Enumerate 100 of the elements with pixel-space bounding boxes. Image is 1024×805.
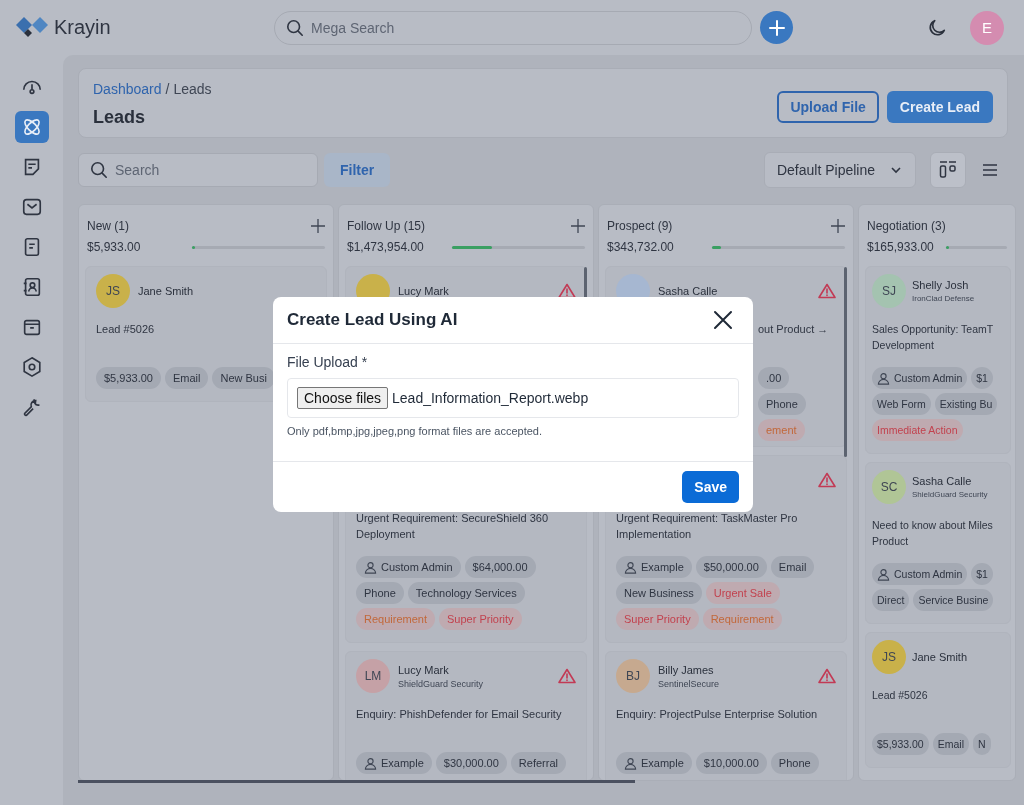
- lead-tag: Direct: [872, 589, 910, 611]
- file-name: Lead_Information_Report.webp: [392, 390, 589, 406]
- search-field[interactable]: Search: [78, 153, 318, 187]
- person-icon: [877, 567, 890, 581]
- lead-title: Enquiry: PhishDefender for Email Security: [356, 707, 563, 722]
- lead-tag: $30,000.00: [435, 752, 507, 774]
- mail-icon: [20, 196, 43, 218]
- kanban-view-button[interactable]: [930, 152, 966, 188]
- lead-tag: Email: [932, 733, 969, 755]
- plus-icon[interactable]: [831, 219, 845, 233]
- mega-search-field[interactable]: Mega Search: [274, 10, 752, 45]
- create-lead-button[interactable]: Create Lead: [886, 91, 993, 123]
- file-upload-field[interactable]: Choose files Lead_Information_Report.webp: [287, 378, 739, 418]
- plus-icon[interactable]: [311, 219, 325, 233]
- lead-name: Jane Smith: [912, 651, 969, 663]
- avatar: SJ: [872, 274, 906, 308]
- lead-name: Lucy Mark: [398, 663, 450, 676]
- lead-tag: .00: [758, 367, 790, 389]
- lead-tag: Example: [616, 556, 692, 578]
- quick-create-button[interactable]: [760, 11, 793, 44]
- lead-card[interactable]: SJ Shelly Josh IronClad Defense Sales Opportunity: TeamT Development Custom Admin $1 Web Form Existing Bu Immediate Action: [865, 266, 1011, 454]
- menu-icon: [981, 161, 999, 179]
- lead-tag: $64,000.00: [464, 556, 536, 578]
- logo-icon: [16, 16, 48, 39]
- lead-tag: Custom Admin: [872, 563, 968, 585]
- lead-tag: Phone: [356, 582, 404, 604]
- lead-title: Urgent Requirement: SecureShield 360 Deployment: [356, 511, 549, 542]
- avatar: SC: [872, 470, 906, 504]
- lead-title: Need to know about Miles Product: [872, 518, 994, 549]
- lead-tag: Requirement: [702, 608, 782, 630]
- lead-tag: Email: [164, 367, 209, 389]
- lead-tag: $5,933.00: [872, 733, 929, 755]
- column-title: Follow Up (15): [347, 219, 426, 233]
- close-icon[interactable]: [713, 310, 733, 330]
- column-amount: $5,933.00: [87, 240, 141, 254]
- page-title: Leads: [93, 106, 147, 128]
- person-icon: [624, 560, 637, 574]
- lead-tag: Existing Bu: [934, 393, 998, 415]
- column-title: Negotiation (3): [867, 219, 946, 233]
- lead-organization: IronClad Defense: [912, 294, 976, 303]
- save-button[interactable]: Save: [682, 471, 739, 503]
- lead-tag: $50,000.00: [695, 556, 767, 578]
- lead-tag: New Business: [616, 582, 702, 604]
- settings-icon: [20, 356, 43, 378]
- column-amount: $343,732.00: [607, 240, 674, 254]
- sidebar-item[interactable]: [14, 111, 49, 143]
- lead-tag: Example: [616, 752, 692, 774]
- lead-tag: N: [973, 733, 991, 755]
- plus-icon: [767, 18, 786, 37]
- choose-files-button[interactable]: Choose files: [297, 387, 389, 409]
- column-title: New (1): [87, 219, 129, 233]
- plus-icon[interactable]: [571, 219, 585, 233]
- lead-tag: Phone: [770, 752, 819, 774]
- lead-tag: Phone: [758, 393, 806, 415]
- kanban-icon: [938, 160, 958, 180]
- lead-tag: Custom Admin: [872, 367, 968, 389]
- lead-tag: Super Priority: [616, 608, 699, 630]
- lead-title: out Product →: [758, 322, 830, 337]
- lead-organization: ShieldGuard Security: [398, 678, 485, 689]
- lead-name: Billy James: [658, 663, 715, 676]
- lead-tag: Custom Admin: [356, 556, 461, 578]
- person-icon: [624, 756, 637, 770]
- lead-tag: Requirement: [356, 608, 435, 630]
- column-amount: $1,473,954.00: [347, 240, 424, 254]
- field-hint: Only pdf,bmp,jpg,jpeg,png format files are accepted.: [287, 425, 543, 437]
- lead-card[interactable]: JS Jane Smith Lead #5026 $5,933.00 Email N: [865, 632, 1011, 768]
- avatar: LM: [356, 659, 390, 693]
- lead-tag: Technology Services: [407, 582, 525, 604]
- pipeline-dropdown[interactable]: Default Pipeline: [763, 152, 916, 188]
- lead-title: Enquiry: ProjectPulse Enterprise Solution: [616, 707, 819, 722]
- person-icon: [364, 756, 377, 770]
- lead-tag: $1: [971, 563, 993, 585]
- lead-organization: SentinelSecure: [658, 678, 721, 689]
- lead-tag: $5,933.00: [96, 367, 161, 389]
- person-icon: [877, 371, 890, 385]
- lead-tag: Web Form: [872, 393, 931, 415]
- breadcrumb-current: Leads: [173, 80, 212, 97]
- lead-title: Lead #5026: [96, 322, 156, 337]
- lead-title: Sales Opportunity: TeamT Development: [872, 322, 995, 353]
- lead-tag: Example: [356, 752, 432, 774]
- scrollbar-thumb[interactable]: [844, 267, 847, 457]
- avatar: BJ: [616, 659, 650, 693]
- lead-card[interactable]: LM Lucy Mark ShieldGuard Security Enquiry: PhishDefender for Email Security Example $30,000.00 Referral: [345, 651, 587, 780]
- lead-name: Shelly Josh: [912, 279, 970, 291]
- avatar: JS: [872, 640, 906, 674]
- lead-name: Lucy Mark: [398, 285, 450, 297]
- lead-card[interactable]: SC Sasha Calle ShieldGuard Security Need to know about Miles Product Custom Admin $1 Direct Service Busine: [865, 462, 1011, 624]
- column-amount: $165,933.00: [867, 240, 934, 254]
- lead-organization: ShieldGuard Security: [912, 490, 989, 499]
- scrollbar-thumb[interactable]: [78, 780, 635, 783]
- lead-name: Sasha Calle: [658, 285, 719, 297]
- lead-name: Jane Smith: [138, 285, 195, 297]
- lead-tag: Referral: [510, 752, 566, 774]
- lead-tag: ement: [758, 419, 805, 441]
- lead-tag: $10,000.00: [695, 752, 767, 774]
- lead-title: Urgent Requirement: TaskMaster Pro Implementation: [616, 511, 799, 542]
- lead-title: Lead #5026: [872, 688, 929, 703]
- lead-card[interactable]: BJ Billy James SentinelSecure Enquiry: ProjectPulse Enterprise Solution Example $10,000.00 Phone: [605, 651, 847, 780]
- lead-tag: Service Busine: [913, 589, 994, 611]
- lead-name: Sasha Calle: [912, 475, 973, 487]
